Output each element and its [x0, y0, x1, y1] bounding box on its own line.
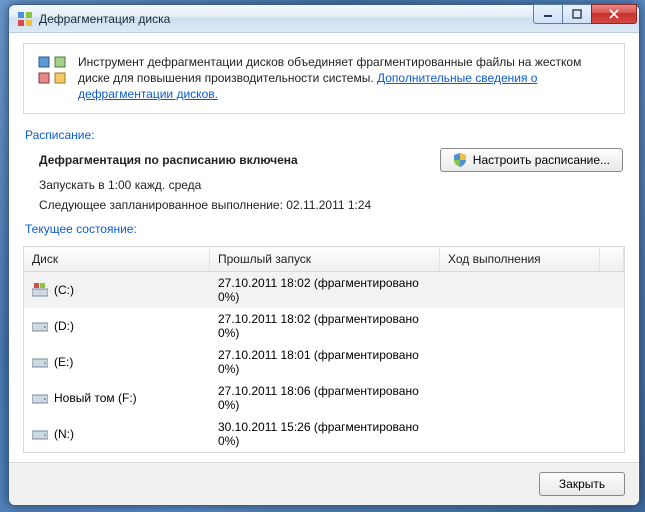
maximize-icon — [572, 9, 582, 19]
disk-last-run: 30.10.2011 15:26 (фрагментировано 0%) — [210, 418, 440, 450]
disk-name: (D:) — [54, 319, 74, 333]
col-progress-header[interactable]: Ход выполнения — [440, 247, 600, 271]
close-dialog-button[interactable]: Закрыть — [539, 472, 625, 496]
disk-name: Новый том (F:) — [54, 391, 137, 405]
maximize-button[interactable] — [562, 4, 592, 24]
close-dialog-label: Закрыть — [559, 477, 605, 491]
info-text: Инструмент дефрагментации дисков объедин… — [78, 54, 612, 103]
table-row[interactable]: Новый том (F:) 27.10.2011 18:06 (фрагмент… — [24, 380, 624, 416]
disk-last-run: 27.10.2011 18:02 (фрагментировано 0%) — [210, 310, 440, 342]
drive-icon — [32, 391, 48, 405]
table-row[interactable]: (C:) 27.10.2011 18:02 (фрагментировано 0%… — [24, 272, 624, 308]
shield-icon — [453, 153, 467, 167]
drive-icon — [32, 355, 48, 369]
schedule-status-on: Дефрагментация по расписанию включена — [39, 153, 440, 167]
col-spacer-header — [600, 247, 624, 271]
drive-icon — [32, 319, 48, 333]
defrag-app-icon — [17, 11, 33, 27]
content-area: Инструмент дефрагментации дисков объедин… — [9, 33, 639, 462]
table-row[interactable]: (N:) 30.10.2011 15:26 (фрагментировано 0%… — [24, 416, 624, 452]
table-row[interactable]: (E:) 27.10.2011 18:01 (фрагментировано 0%… — [24, 344, 624, 380]
close-button[interactable] — [591, 4, 637, 24]
drive-icon — [32, 427, 48, 441]
schedule-section-label: Расписание: — [25, 128, 625, 142]
disk-progress — [440, 288, 600, 292]
minimize-icon — [543, 9, 553, 19]
disk-name: (E:) — [54, 355, 73, 369]
col-last-header[interactable]: Прошлый запуск — [210, 247, 440, 271]
disk-progress — [440, 360, 600, 364]
disk-last-run: 27.10.2011 18:01 (фрагментировано 0%) — [210, 346, 440, 378]
window-title: Дефрагментация диска — [39, 12, 170, 26]
disk-last-run: 27.10.2011 18:02 (фрагментировано 0%) — [210, 274, 440, 306]
defrag-info-icon — [36, 54, 68, 86]
configure-schedule-button[interactable]: Настроить расписание... — [440, 148, 623, 172]
footer: Закрыть — [9, 462, 639, 505]
table-header: Диск Прошлый запуск Ход выполнения — [24, 247, 624, 272]
table-row[interactable]: (D:) 27.10.2011 18:02 (фрагментировано 0%… — [24, 308, 624, 344]
close-icon — [608, 9, 620, 19]
schedule-next-run: Следующее запланированное выполнение: 02… — [39, 198, 623, 212]
disk-progress — [440, 396, 600, 400]
table-body: (C:) 27.10.2011 18:02 (фрагментировано 0%… — [24, 272, 624, 452]
disk-progress — [440, 432, 600, 436]
schedule-run-at: Запускать в 1:00 кажд. среда — [39, 178, 623, 192]
windows-drive-icon — [32, 283, 48, 297]
configure-schedule-label: Настроить расписание... — [473, 153, 610, 167]
disk-progress — [440, 324, 600, 328]
schedule-status-row: Дефрагментация по расписанию включена На… — [39, 148, 623, 172]
disk-table: Диск Прошлый запуск Ход выполнения (C:) 2… — [23, 246, 625, 453]
col-disk-header[interactable]: Диск — [24, 247, 210, 271]
window-button-group — [534, 4, 637, 24]
disk-name: (C:) — [54, 283, 74, 297]
disk-last-run: 27.10.2011 18:06 (фрагментировано 0%) — [210, 382, 440, 414]
window-frame: Дефрагментация диска Инструмент дефрагме… — [8, 4, 640, 506]
schedule-block: Дефрагментация по расписанию включена На… — [23, 148, 625, 218]
info-banner: Инструмент дефрагментации дисков объедин… — [23, 43, 625, 114]
current-state-label: Текущее состояние: — [25, 222, 625, 236]
disk-name: (N:) — [54, 427, 74, 441]
titlebar[interactable]: Дефрагментация диска — [9, 5, 639, 33]
minimize-button[interactable] — [533, 4, 563, 24]
